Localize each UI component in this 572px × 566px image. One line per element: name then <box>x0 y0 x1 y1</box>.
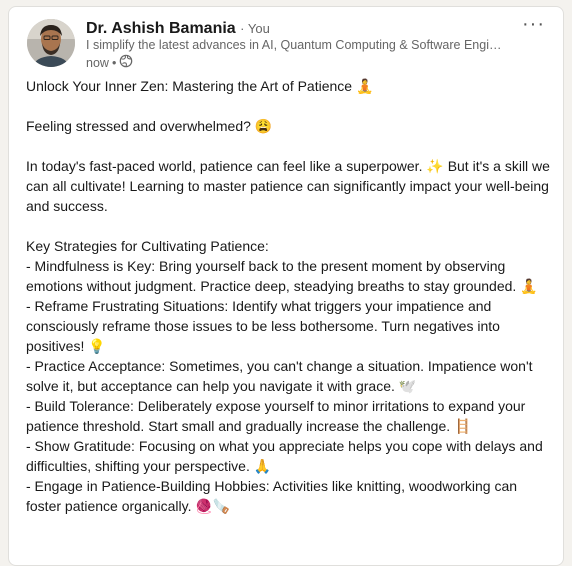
post-card: Dr. Ashish Bamania · You I simplify the … <box>8 6 564 566</box>
intro-text-a: In today's fast-paced world, patience ca… <box>26 158 423 174</box>
globe-icon <box>119 54 133 71</box>
strategy-text: - Practice Acceptance: Sometimes, you ca… <box>26 358 533 394</box>
post-title-line: Unlock Your Inner Zen: Mastering the Art… <box>26 76 554 96</box>
intro-paragraph: In today's fast-paced world, patience ca… <box>26 156 554 216</box>
author-avatar[interactable] <box>27 19 75 67</box>
strategy-item: - Build Tolerance: Deliberately expose y… <box>26 396 554 436</box>
strategy-text: - Build Tolerance: Deliberately expose y… <box>26 398 526 434</box>
post-time: now <box>86 55 109 70</box>
strategy-item: - Reframe Frustrating Situations: Identi… <box>26 296 554 356</box>
post-body: Unlock Your Inner Zen: Mastering the Art… <box>26 76 554 516</box>
strategy-item: - Mindfulness is Key: Bring yourself bac… <box>26 256 554 296</box>
meta-separator: • <box>111 55 117 70</box>
strategies-heading: Key Strategies for Cultivating Patience: <box>26 238 269 254</box>
sparkles-emoji-icon: ✨ <box>426 158 444 174</box>
meditation-emoji-icon: 🧘 <box>520 278 538 294</box>
strategy-item: - Show Gratitude: Focusing on what you a… <box>26 436 554 476</box>
weary-face-emoji-icon: 😩 <box>254 118 273 134</box>
post-menu-ellipsis-icon[interactable]: ··· <box>522 13 545 36</box>
praying-hands-emoji-icon: 🙏 <box>253 458 272 474</box>
avatar-portrait <box>27 19 75 67</box>
author-headline: I simplify the latest advances in AI, Qu… <box>86 38 502 52</box>
author-name-row: Dr. Ashish Bamania · You <box>86 20 270 38</box>
strategy-text: - Engage in Patience-Building Hobbies: A… <box>26 478 518 514</box>
strategy-item: - Engage in Patience-Building Hobbies: A… <box>26 476 554 516</box>
lightbulb-emoji-icon: 💡 <box>88 338 106 354</box>
strategy-text: - Mindfulness is Key: Bring yourself bac… <box>26 258 517 294</box>
post-meta: now • <box>86 54 133 71</box>
strategy-item: - Practice Acceptance: Sometimes, you ca… <box>26 356 554 396</box>
yarn-and-saw-emoji-icon: 🧶🪚 <box>195 498 231 514</box>
dove-emoji-icon: 🕊️ <box>398 378 417 394</box>
post-title: Unlock Your Inner Zen: Mastering the Art… <box>26 78 353 94</box>
feeling-line: Feeling stressed and overwhelmed? 😩 <box>26 116 554 136</box>
strategy-text: - Show Gratitude: Focusing on what you a… <box>26 438 543 474</box>
author-name[interactable]: Dr. Ashish Bamania <box>86 20 236 37</box>
ladder-emoji-icon: 🪜 <box>454 418 472 434</box>
feeling-text: Feeling stressed and overwhelmed? <box>26 118 251 134</box>
author-badge: · You <box>240 21 270 36</box>
meditation-emoji-icon: 🧘 <box>355 78 374 94</box>
